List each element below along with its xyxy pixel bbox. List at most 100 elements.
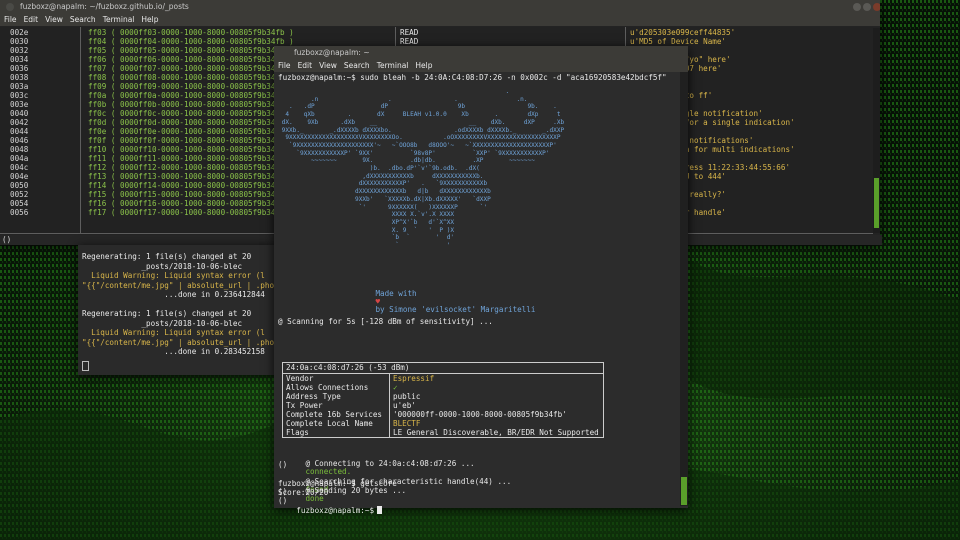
device-value: LE General Discoverable, BR/EDR Not Supp… bbox=[393, 428, 599, 437]
scrollbar-thumb[interactable] bbox=[681, 477, 687, 505]
cursor bbox=[82, 361, 89, 371]
row-handle: 0050 bbox=[10, 181, 29, 190]
scrollbar-thumb[interactable] bbox=[874, 178, 879, 228]
device-key: Tx Power bbox=[286, 401, 323, 410]
menu-item[interactable]: File bbox=[4, 15, 17, 24]
device-value: u'eb' bbox=[393, 401, 416, 410]
row-uuid: ff14 ( 0000ff14-0000-1000-8000-00805f9b3… bbox=[88, 181, 281, 190]
terminal-window-jekyll[interactable]: Regenerating: 1 file(s) changed at 20 _p… bbox=[78, 245, 278, 375]
banner-line: ~~~~~~~ 9X. .db|db. .XP ~~~~~~~ bbox=[278, 157, 535, 165]
made-with-text: Made with bbox=[375, 289, 417, 299]
banner-line: `9XXXXXXXXXXXXXXXXXXXXX'~ ~`OOO8b d8OOO'… bbox=[278, 141, 557, 149]
row-handle: 0052 bbox=[10, 190, 29, 199]
terminal-output[interactable]: fuzboxz@napalm:~$ sudo bleah -b 24:0A:C4… bbox=[276, 72, 680, 506]
row-handle: 0046 bbox=[10, 136, 29, 145]
device-key: Complete Local Name bbox=[286, 419, 373, 428]
row-handle: 0056 bbox=[10, 208, 29, 217]
row-uuid: ff16 ( 0000ff16-0000-1000-8000-00805f9b3… bbox=[88, 199, 281, 208]
menu-item[interactable]: Search bbox=[344, 61, 370, 70]
banner-line: `b ` ' d' bbox=[278, 234, 455, 242]
window-titlebar[interactable]: fuzboxz@napalm: ~ bbox=[274, 46, 688, 60]
log-line: ...done in 0.283452158 bbox=[82, 347, 265, 356]
row-uuid: ff11 ( 0000ff11-0000-1000-8000-00805f9b3… bbox=[88, 154, 281, 163]
row-uuid: ff09 ( 0000ff09-0000-1000-8000-00805f9b3… bbox=[88, 82, 281, 91]
maximize-button[interactable] bbox=[863, 3, 871, 11]
menu-item[interactable]: Terminal bbox=[103, 15, 135, 24]
text-cursor bbox=[377, 506, 383, 515]
row-permission: READ bbox=[400, 37, 419, 46]
menu-item[interactable]: File bbox=[278, 61, 291, 70]
device-key: Vendor bbox=[286, 374, 314, 383]
menu-item[interactable]: Help bbox=[415, 61, 432, 70]
banner-line: `9XXXXXXXXXXXP' `9XX' `98v8P' `XXP' `9XX… bbox=[278, 149, 550, 157]
row-uuid: ff17 ( 0000ff17-0000-1000-8000-00805f9b3… bbox=[88, 208, 281, 217]
row-uuid: ff06 ( 0000ff06-0000-1000-8000-00805f9b3… bbox=[88, 55, 281, 64]
device-key: Address Type bbox=[286, 392, 341, 401]
banner-line: ` ' bbox=[278, 242, 451, 250]
row-uuid: ff0b ( 0000ff0b-0000-1000-8000-00805f9b3… bbox=[88, 100, 281, 109]
row-value: u'MD5 of Device Name' bbox=[630, 37, 727, 46]
row-permission: READ bbox=[400, 28, 419, 37]
minimize-button[interactable] bbox=[853, 3, 861, 11]
score-output: Score:20/20 bbox=[278, 488, 329, 497]
shell-prompt[interactable]: fuzboxz@napalm:~$ bbox=[278, 498, 383, 523]
command-line: fuzboxz@napalm:~$ sudo bleah -b 24:0A:C4… bbox=[278, 73, 667, 82]
device-value: BLECTF bbox=[393, 419, 421, 428]
row-handle: 0030 bbox=[10, 37, 29, 46]
row-handle: 002e bbox=[10, 28, 29, 37]
menu-bar: File Edit View Search Terminal Help bbox=[0, 14, 880, 26]
row-handle: 0054 bbox=[10, 199, 29, 208]
scrollbar[interactable] bbox=[873, 28, 880, 233]
row-uuid: ff0c ( 0000ff0c-0000-1000-8000-00805f9b3… bbox=[88, 109, 281, 118]
device-key: Allows Connections bbox=[286, 383, 369, 392]
row-handle: 0044 bbox=[10, 127, 29, 136]
banner-line: 9XXb' `XXXXXb.dX|Xb.dXXXXX' `dXXP bbox=[278, 195, 491, 203]
terminal-window-bleah[interactable]: fuzboxz@napalm: ~ File Edit View Search Term… bbox=[274, 46, 688, 515]
device-key: Flags bbox=[286, 428, 309, 437]
window-title: fuzboxz@napalm: ~ bbox=[294, 48, 370, 57]
row-uuid: ff0f ( 0000ff0f-0000-1000-8000-00805f9b3… bbox=[88, 136, 281, 145]
menu-item[interactable]: Terminal bbox=[377, 61, 409, 70]
row-handle: 004a bbox=[10, 154, 29, 163]
banner-line: XXXX X.`v'.X XXXX bbox=[278, 211, 455, 219]
row-handle: 004e bbox=[10, 172, 29, 181]
row-handle: 0040 bbox=[10, 109, 29, 118]
menu-item[interactable]: Search bbox=[70, 15, 96, 24]
window-title: fuzboxz@napalm: ~/fuzboxz.github.io/_pos… bbox=[20, 2, 189, 11]
row-handle: 0042 bbox=[10, 118, 29, 127]
table-divider bbox=[283, 373, 603, 374]
banner-line: )b. .dbo.dP'`v'`9b.odb. .dX( bbox=[278, 165, 480, 173]
table-divider bbox=[389, 373, 390, 437]
paren-output: () bbox=[278, 460, 288, 469]
banner-line: 9XXXXXXXXXXXXXXXXXXXVXXXXXXXXOo. .oOXXXX… bbox=[278, 134, 561, 142]
close-button[interactable] bbox=[873, 3, 880, 11]
scrollbar[interactable] bbox=[680, 72, 688, 506]
device-header: 24:0a:c4:08:d7:26 (-53 dBm) bbox=[286, 363, 410, 372]
row-uuid: ff07 ( 0000ff07-0000-1000-8000-00805f9b3… bbox=[88, 64, 281, 73]
banner-line: dX. 9Xb .dXb __ __ dXb. dXP .Xb bbox=[278, 118, 565, 126]
menu-item[interactable]: Edit bbox=[24, 15, 39, 24]
row-value: u'd205303e099ceff44835' bbox=[630, 28, 736, 37]
menu-bar: File Edit View Search Terminal Help bbox=[274, 60, 688, 72]
device-value: Espressif bbox=[393, 374, 435, 383]
app-icon bbox=[6, 3, 14, 11]
menu-item[interactable]: Edit bbox=[298, 61, 313, 70]
banner-line: . .dP dP 9b 9b. . bbox=[278, 103, 557, 111]
row-uuid: ff12 ( 0000ff12-0000-1000-8000-00805f9b3… bbox=[88, 163, 281, 172]
scanning-line: @ Scanning for 5s [-128 dBm of sensitivi… bbox=[278, 317, 493, 326]
menu-item[interactable]: View bbox=[319, 61, 337, 70]
device-info-table: 24:0a:c4:08:d7:26 (-53 dBm) Vendor Espres… bbox=[282, 362, 604, 438]
menu-item[interactable]: Help bbox=[141, 15, 158, 24]
device-value: '000000ff-0000-1000-8000-00805f9b34fb' bbox=[393, 410, 567, 419]
row-uuid: ff04 ( 0000ff04-0000-1000-8000-00805f9b3… bbox=[88, 37, 294, 46]
banner-line: XP^X'`b d'`X^XX bbox=[278, 218, 455, 226]
row-handle: 0038 bbox=[10, 73, 29, 82]
row-uuid: ff0a ( 0000ff0a-0000-1000-8000-00805f9b3… bbox=[88, 91, 281, 100]
row-uuid: ff08 ( 0000ff08-0000-1000-8000-00805f9b3… bbox=[88, 73, 281, 82]
row-uuid: ff03 ( 0000ff03-0000-1000-8000-00805f9b3… bbox=[88, 28, 294, 37]
bleah-ascii-banner: . .n . . .n. . .dP dP 9b 9b. . 4 qXb . d… bbox=[278, 88, 565, 250]
window-titlebar[interactable]: fuzboxz@napalm: ~/fuzboxz.github.io/_pos… bbox=[0, 0, 880, 14]
menu-item[interactable]: View bbox=[45, 15, 63, 24]
row-handle: 004c bbox=[10, 163, 29, 172]
device-value: ✓ bbox=[393, 383, 398, 392]
